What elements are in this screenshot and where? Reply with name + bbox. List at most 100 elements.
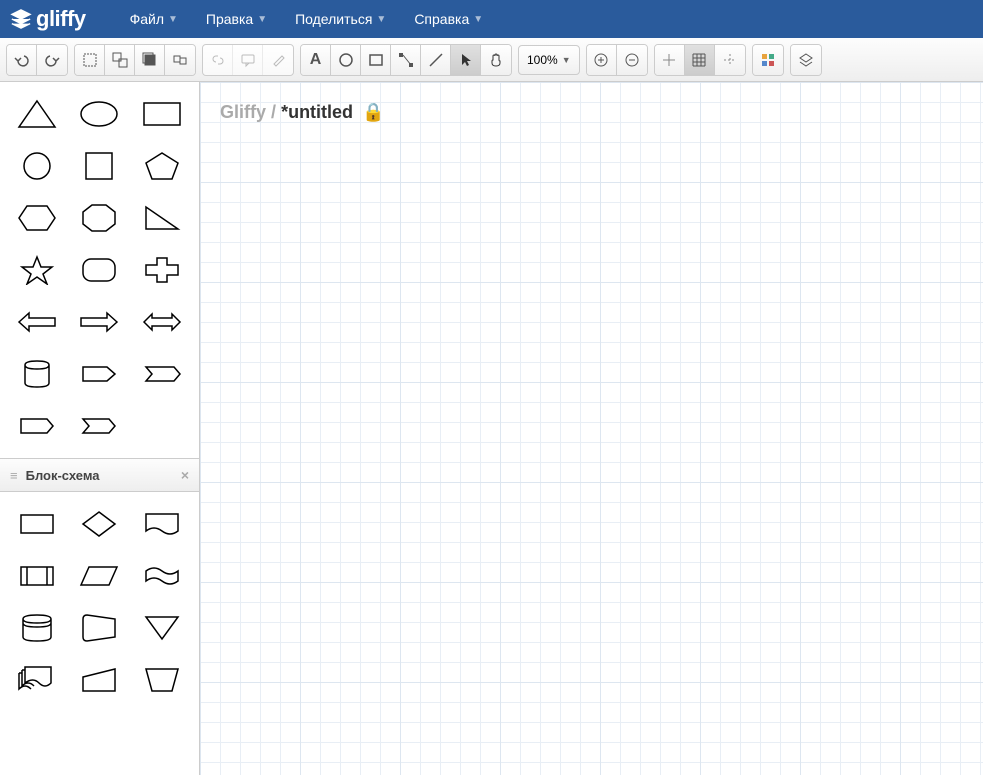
line-icon <box>428 52 444 68</box>
zoom-in-button[interactable] <box>587 45 617 75</box>
zoom-out-icon <box>624 52 640 68</box>
breadcrumb-sep: / <box>271 102 276 122</box>
gliffy-logo-icon <box>10 8 32 30</box>
layers-button[interactable] <box>791 45 821 75</box>
shape-rounded-rect[interactable] <box>70 246 128 294</box>
section-title: Блок-схема <box>26 468 100 483</box>
menu-help[interactable]: Справка▼ <box>400 0 497 38</box>
pointer-icon <box>458 52 474 68</box>
grid-icon <box>691 52 707 68</box>
breadcrumb: Gliffy / *untitled 🔒 <box>220 102 385 123</box>
shape-octagon[interactable] <box>70 194 128 242</box>
comment-button <box>233 45 263 75</box>
shape-pentagon[interactable] <box>133 142 191 190</box>
fc-wave[interactable] <box>133 552 191 600</box>
shape-tag-open[interactable] <box>133 350 191 398</box>
zoom-select[interactable]: 100%▼ <box>518 45 580 75</box>
ungroup-button[interactable] <box>135 45 165 75</box>
connector-tool-button[interactable] <box>391 45 421 75</box>
ellipse-tool-button[interactable] <box>331 45 361 75</box>
comment-icon <box>240 52 256 68</box>
snap-button[interactable] <box>655 45 685 75</box>
layers-icon <box>798 52 814 68</box>
shape-rectangle[interactable] <box>133 90 191 138</box>
shape-right-triangle[interactable] <box>133 194 191 242</box>
zoom-out-button[interactable] <box>617 45 647 75</box>
drag-handle-icon: ≡ <box>10 468 18 483</box>
fc-predefined[interactable] <box>8 552 66 600</box>
fc-document[interactable] <box>133 500 191 548</box>
select-all-icon <box>82 52 98 68</box>
shape-tag-right[interactable] <box>70 350 128 398</box>
group-button[interactable] <box>105 45 135 75</box>
ellipse-icon <box>338 52 354 68</box>
fc-manual-input[interactable] <box>70 656 128 704</box>
text-tool-button[interactable]: A <box>301 45 331 75</box>
undo-button[interactable] <box>7 45 37 75</box>
shape-sidebar[interactable]: ≡ Блок-схема × <box>0 82 200 775</box>
group-icon <box>112 52 128 68</box>
shape-ellipse[interactable] <box>70 90 128 138</box>
shape-star[interactable] <box>8 246 66 294</box>
guides-button[interactable] <box>715 45 745 75</box>
shape-square[interactable] <box>70 142 128 190</box>
pan-tool-button[interactable] <box>481 45 511 75</box>
snap-icon <box>661 52 677 68</box>
rect-tool-button[interactable] <box>361 45 391 75</box>
fc-multi-doc[interactable] <box>8 656 66 704</box>
arrange-icon <box>172 52 188 68</box>
fc-manual-op[interactable] <box>133 656 191 704</box>
fc-extract[interactable] <box>133 604 191 652</box>
redo-icon <box>44 52 60 68</box>
close-icon[interactable]: × <box>181 467 189 483</box>
rect-icon <box>368 52 384 68</box>
shape-banner[interactable] <box>8 402 66 450</box>
menu-share[interactable]: Поделиться▼ <box>281 0 400 38</box>
connector-icon <box>398 52 414 68</box>
shape-hexagon[interactable] <box>8 194 66 242</box>
shape-arrow-right[interactable] <box>70 298 128 346</box>
flowchart-shapes-grid <box>0 492 199 712</box>
grid-button[interactable] <box>685 45 715 75</box>
fc-decision[interactable] <box>70 500 128 548</box>
logo-text: gliffy <box>36 6 86 32</box>
basic-shapes-grid <box>0 82 199 458</box>
menu-file[interactable]: Файл▼ <box>116 0 192 38</box>
shape-arrow-both[interactable] <box>133 298 191 346</box>
text-icon: A <box>310 51 322 69</box>
canvas[interactable]: Gliffy / *untitled 🔒 Событие 1 Документ … <box>200 82 983 775</box>
menu-edit[interactable]: Правка▼ <box>192 0 281 38</box>
breadcrumb-doc[interactable]: *untitled <box>281 102 353 122</box>
fc-database[interactable] <box>8 604 66 652</box>
toolbar: A 100%▼ <box>0 38 983 82</box>
fc-data[interactable] <box>70 552 128 600</box>
format-painter-button <box>263 45 293 75</box>
brush-icon <box>270 52 286 68</box>
shape-chevron[interactable] <box>70 402 128 450</box>
redo-button[interactable] <box>37 45 67 75</box>
guides-icon <box>722 52 738 68</box>
link-button <box>203 45 233 75</box>
section-header-flowchart[interactable]: ≡ Блок-схема × <box>0 458 199 492</box>
select-all-button[interactable] <box>75 45 105 75</box>
theme-button[interactable] <box>753 45 783 75</box>
lock-icon: 🔒 <box>362 102 384 122</box>
menubar: gliffy Файл▼ Правка▼ Поделиться▼ Справка… <box>0 0 983 38</box>
logo[interactable]: gliffy <box>10 6 86 32</box>
fc-display[interactable] <box>70 604 128 652</box>
pointer-tool-button[interactable] <box>451 45 481 75</box>
undo-icon <box>14 52 30 68</box>
line-tool-button[interactable] <box>421 45 451 75</box>
shape-arrow-left[interactable] <box>8 298 66 346</box>
shape-cylinder[interactable] <box>8 350 66 398</box>
theme-icon <box>760 52 776 68</box>
breadcrumb-root[interactable]: Gliffy <box>220 102 266 122</box>
shape-plus[interactable] <box>133 246 191 294</box>
ungroup-icon <box>142 52 158 68</box>
shape-circle[interactable] <box>8 142 66 190</box>
fc-process[interactable] <box>8 500 66 548</box>
arrange-button[interactable] <box>165 45 195 75</box>
link-icon <box>210 52 226 68</box>
shape-triangle[interactable] <box>8 90 66 138</box>
zoom-in-icon <box>593 52 609 68</box>
